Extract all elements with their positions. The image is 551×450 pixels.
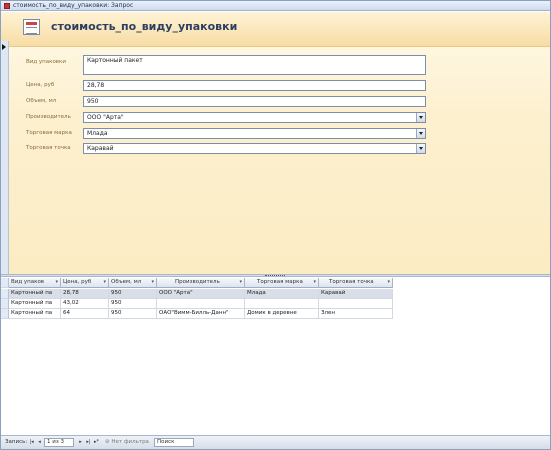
form-view: стоимость_по_виду_упаковки Вид упаковки …	[1, 12, 550, 274]
table-cell[interactable]	[319, 299, 393, 309]
window-title: стоимость_по_виду_упаковки: Запрос	[13, 2, 134, 9]
sort-arrow-icon[interactable]: ▾	[239, 278, 242, 287]
previous-record-icon[interactable]: ◂	[36, 439, 43, 446]
form-header: стоимость_по_виду_упаковки	[1, 12, 550, 47]
table-cell[interactable]: ОАО"Вимм-Билль-Данн"	[157, 309, 245, 319]
sort-arrow-icon[interactable]: ▾	[103, 278, 106, 287]
table-row[interactable]: Картонный па 64 950 ОАО"Вимм-Билль-Данн"…	[1, 309, 393, 319]
next-record-icon[interactable]: ▸	[77, 439, 84, 446]
column-header[interactable]: Торговая марка ▾	[245, 278, 319, 288]
packaging-type-field[interactable]: Картонный пакет	[83, 55, 426, 75]
brand-value: Млада	[87, 130, 108, 137]
table-cell[interactable]: Картонный па	[9, 309, 61, 319]
store-combo[interactable]: Каравай	[83, 143, 426, 154]
row-selector[interactable]	[1, 289, 9, 299]
chevron-down-icon[interactable]	[416, 129, 425, 138]
filter-status[interactable]: ⊘ Нет фильтра	[105, 436, 149, 449]
record-position-input[interactable]: 1 из 3	[44, 438, 74, 447]
label-packaging-type: Вид упаковки	[26, 59, 66, 65]
sort-arrow-icon[interactable]: ▾	[151, 278, 154, 287]
table-cell[interactable]: Домик в деревне	[245, 309, 319, 319]
label-store: Торговая точка	[26, 145, 71, 151]
volume-field[interactable]: 950	[83, 96, 426, 107]
access-window: стоимость_по_виду_упаковки: Запрос стоим…	[0, 0, 551, 450]
manufacturer-value: ООО "Арта"	[87, 114, 124, 121]
column-header[interactable]: Вид упаков ▾	[9, 278, 61, 288]
manufacturer-combo[interactable]: ООО "Арта"	[83, 112, 426, 123]
table-cell[interactable]: ООО "Арта"	[157, 289, 245, 299]
label-price: Цена, руб	[26, 82, 55, 88]
table-row[interactable]: Картонный па 43,02 950	[1, 299, 393, 309]
table-row[interactable]: Картонный па 28,78 950 ООО "Арта" Млада …	[1, 289, 393, 299]
row-selector[interactable]	[1, 309, 9, 319]
table-cell[interactable]: 950	[109, 289, 157, 299]
query-icon	[4, 3, 10, 9]
price-field[interactable]: 28,78	[83, 80, 426, 91]
column-header[interactable]: Цена, руб ▾	[61, 278, 109, 288]
datasheet-view: Вид упаков ▾ Цена, руб ▾ Объем, мл ▾ Произв…	[1, 278, 550, 435]
search-input[interactable]: Поиск	[154, 438, 194, 447]
form-title: стоимость_по_виду_упаковки	[51, 20, 238, 33]
table-cell[interactable]: 950	[109, 309, 157, 319]
record-navigation-bar: Запись: |◂ ◂ 1 из 3 ▸ ▸| ▸* ⊘ Нет фильтр…	[1, 435, 550, 449]
datasheet-header-row: Вид упаков ▾ Цена, руб ▾ Объем, мл ▾ Произв…	[1, 278, 393, 288]
last-record-icon[interactable]: ▸|	[85, 439, 92, 446]
table-cell[interactable]: Злен	[319, 309, 393, 319]
column-header[interactable]: Торговая точка ▾	[319, 278, 393, 288]
sort-arrow-icon[interactable]: ▾	[387, 278, 390, 287]
select-all-button[interactable]	[1, 278, 9, 288]
filter-label: Нет фильтра	[111, 439, 149, 445]
label-brand: Торговая марка	[26, 130, 72, 136]
store-value: Каравай	[87, 145, 114, 152]
table-cell[interactable]: Млада	[245, 289, 319, 299]
table-cell[interactable]: Картонный па	[9, 289, 61, 299]
table-cell[interactable]: 28,78	[61, 289, 109, 299]
sort-arrow-icon[interactable]: ▾	[313, 278, 316, 287]
split-form-splitter[interactable]	[1, 274, 550, 277]
brand-combo[interactable]: Млада	[83, 128, 426, 139]
label-volume: Объем, мл	[26, 98, 57, 104]
table-cell[interactable]: Каравай	[319, 289, 393, 299]
new-record-icon[interactable]: ▸*	[93, 439, 100, 446]
records-label: Запись:	[5, 439, 28, 445]
sort-arrow-icon[interactable]: ▾	[55, 278, 58, 287]
column-header[interactable]: Производитель ▾	[157, 278, 245, 288]
title-bar: стоимость_по_виду_упаковки: Запрос	[1, 1, 550, 11]
table-cell[interactable]: 950	[109, 299, 157, 309]
table-cell[interactable]	[245, 299, 319, 309]
form-icon	[23, 19, 40, 35]
column-header[interactable]: Объем, мл ▾	[109, 278, 157, 288]
table-cell[interactable]	[157, 299, 245, 309]
label-manufacturer: Производитель	[26, 114, 71, 120]
chevron-down-icon[interactable]	[416, 113, 425, 122]
first-record-icon[interactable]: |◂	[28, 439, 35, 446]
record-selector[interactable]	[1, 41, 9, 274]
splitter-grip[interactable]	[265, 275, 285, 276]
row-selector[interactable]	[1, 299, 9, 309]
current-record-arrow-icon	[2, 44, 6, 50]
table-cell[interactable]: 43,02	[61, 299, 109, 309]
table-cell[interactable]: 64	[61, 309, 109, 319]
table-cell[interactable]: Картонный па	[9, 299, 61, 309]
chevron-down-icon[interactable]	[416, 144, 425, 153]
